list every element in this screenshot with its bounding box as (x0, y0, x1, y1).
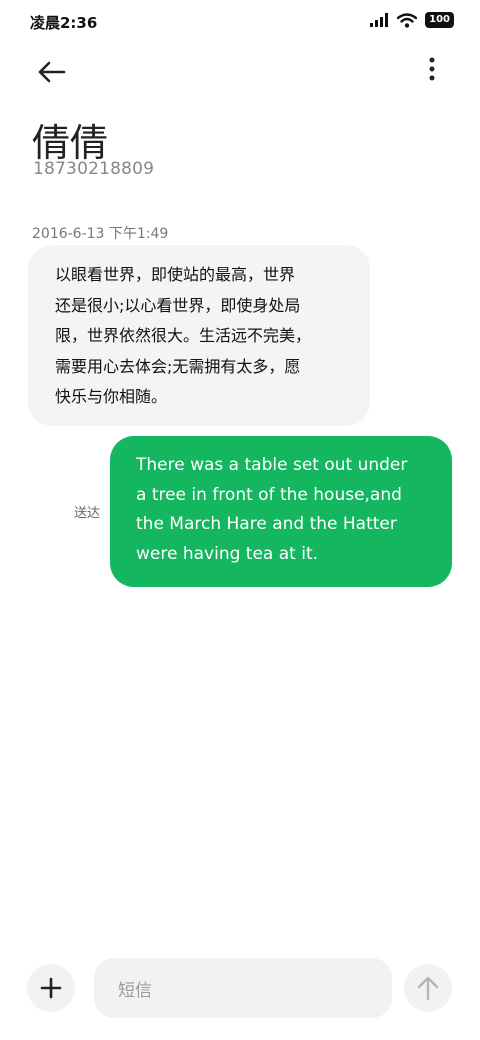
message-input-placeholder: 短信 (118, 980, 152, 1001)
status-bar: 凌晨2:36 100 (0, 0, 480, 44)
message-line: 需要用心去体会;无需拥有太多，愿 (55, 356, 301, 376)
delivery-status: 送达 (74, 506, 101, 521)
outgoing-message-bubble[interactable]: There was a table set out under a tree i… (110, 436, 452, 587)
back-button[interactable] (34, 54, 70, 90)
message-line: 限，世界依然很大。生活远不完美， (55, 326, 312, 345)
message-line: were having tea at it. (136, 543, 319, 564)
message-line: 快乐与你相随。 (55, 387, 168, 406)
signal-icon (370, 13, 389, 27)
arrow-up-icon (417, 976, 439, 1001)
message-line: the March Hare and the Hatter (136, 514, 397, 534)
contact-number: 18730218809 (33, 159, 155, 179)
plus-icon (40, 977, 62, 999)
status-time: 凌晨2:36 (30, 14, 98, 32)
message-line: a tree in front of the house,and (136, 484, 402, 505)
top-bar (0, 48, 480, 92)
message-timestamp: 2016-6-13 下午1:49 (32, 226, 169, 242)
message-line: There was a table set out under (136, 455, 408, 475)
incoming-message-bubble[interactable]: 以眼看世界，即使站的最高，世界 还是很小;以心看世界，即使身处局 限，世界依然很… (28, 245, 370, 426)
battery-icon: 100 (425, 12, 454, 28)
back-arrow-icon (38, 61, 66, 83)
send-button[interactable] (404, 964, 452, 1012)
more-options-button[interactable] (422, 56, 442, 84)
message-line: 以眼看世界，即使站的最高，世界 (55, 265, 296, 284)
status-icons: 100 (370, 12, 454, 28)
message-line: 还是很小;以心看世界，即使身处局 (55, 295, 301, 315)
message-input[interactable]: 短信 (94, 958, 392, 1018)
add-attachment-button[interactable] (27, 964, 75, 1012)
wifi-icon (397, 12, 418, 28)
more-vertical-icon (429, 57, 435, 81)
